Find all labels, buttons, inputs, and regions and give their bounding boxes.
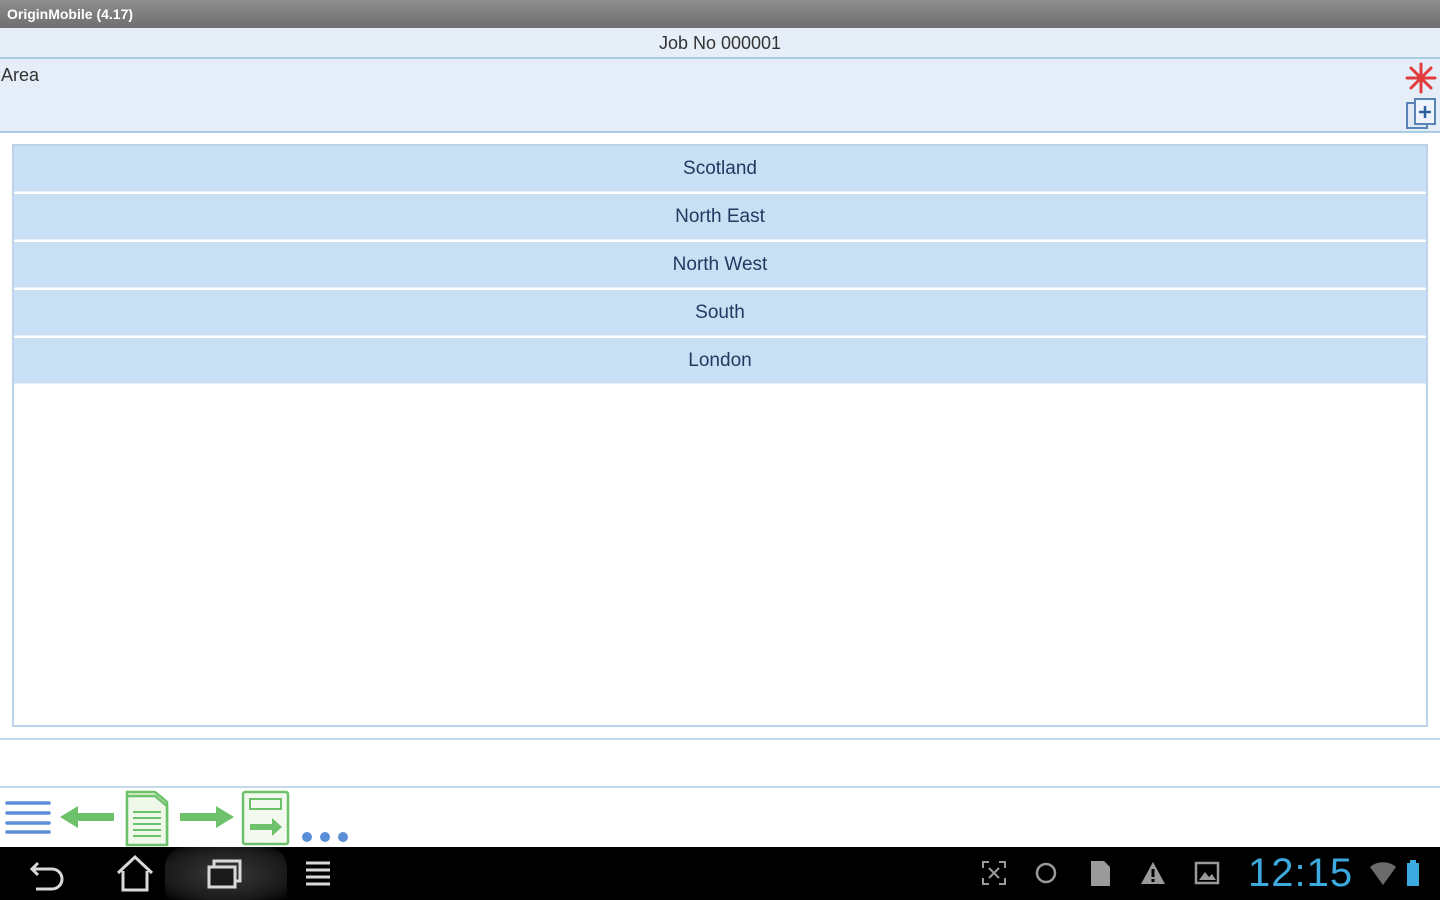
- sd-card-icon: [1091, 861, 1110, 886]
- list-item-south[interactable]: South: [14, 290, 1426, 336]
- battery-icon: [1407, 860, 1419, 886]
- status-clock: 12:15: [1248, 851, 1354, 895]
- list-item-north-east[interactable]: North East: [14, 194, 1426, 240]
- add-document-icon[interactable]: [1404, 97, 1438, 131]
- form-next-icon[interactable]: [240, 788, 292, 847]
- required-star-icon: [1405, 62, 1437, 94]
- divider: [0, 738, 1440, 740]
- menu-icon[interactable]: [296, 847, 342, 900]
- document-list-icon[interactable]: [121, 788, 173, 847]
- warning-icon: [1141, 862, 1165, 884]
- screenshot-icon: [982, 861, 1006, 885]
- forward-arrow-icon[interactable]: [178, 788, 236, 847]
- area-label: Area: [1, 65, 40, 85]
- list-item-scotland[interactable]: Scotland: [14, 146, 1426, 192]
- recent-apps-icon[interactable]: [202, 847, 248, 900]
- menu-icon[interactable]: [4, 788, 52, 847]
- list-item-north-west[interactable]: North West: [14, 242, 1426, 288]
- list-item-london[interactable]: London: [14, 338, 1426, 384]
- more-icon[interactable]: [298, 788, 354, 847]
- job-header: Job No 000001: [0, 28, 1440, 59]
- area-panel: Area: [0, 59, 1440, 133]
- home-icon[interactable]: [112, 847, 158, 900]
- app-title: OriginMobile (4.17): [7, 6, 134, 22]
- sync-icon: [1035, 862, 1057, 884]
- back-arrow-icon[interactable]: [58, 788, 116, 847]
- area-list[interactable]: Scotland North East North West South Lon…: [12, 144, 1428, 727]
- gallery-icon: [1194, 861, 1220, 885]
- system-navigation-bar: 12:15: [0, 847, 1440, 900]
- job-title: Job No 000001: [658, 33, 782, 53]
- app-title-bar: OriginMobile (4.17): [0, 0, 1440, 28]
- back-icon[interactable]: [24, 847, 70, 900]
- wifi-icon: [1370, 862, 1396, 885]
- bottom-toolbar: [0, 788, 1440, 847]
